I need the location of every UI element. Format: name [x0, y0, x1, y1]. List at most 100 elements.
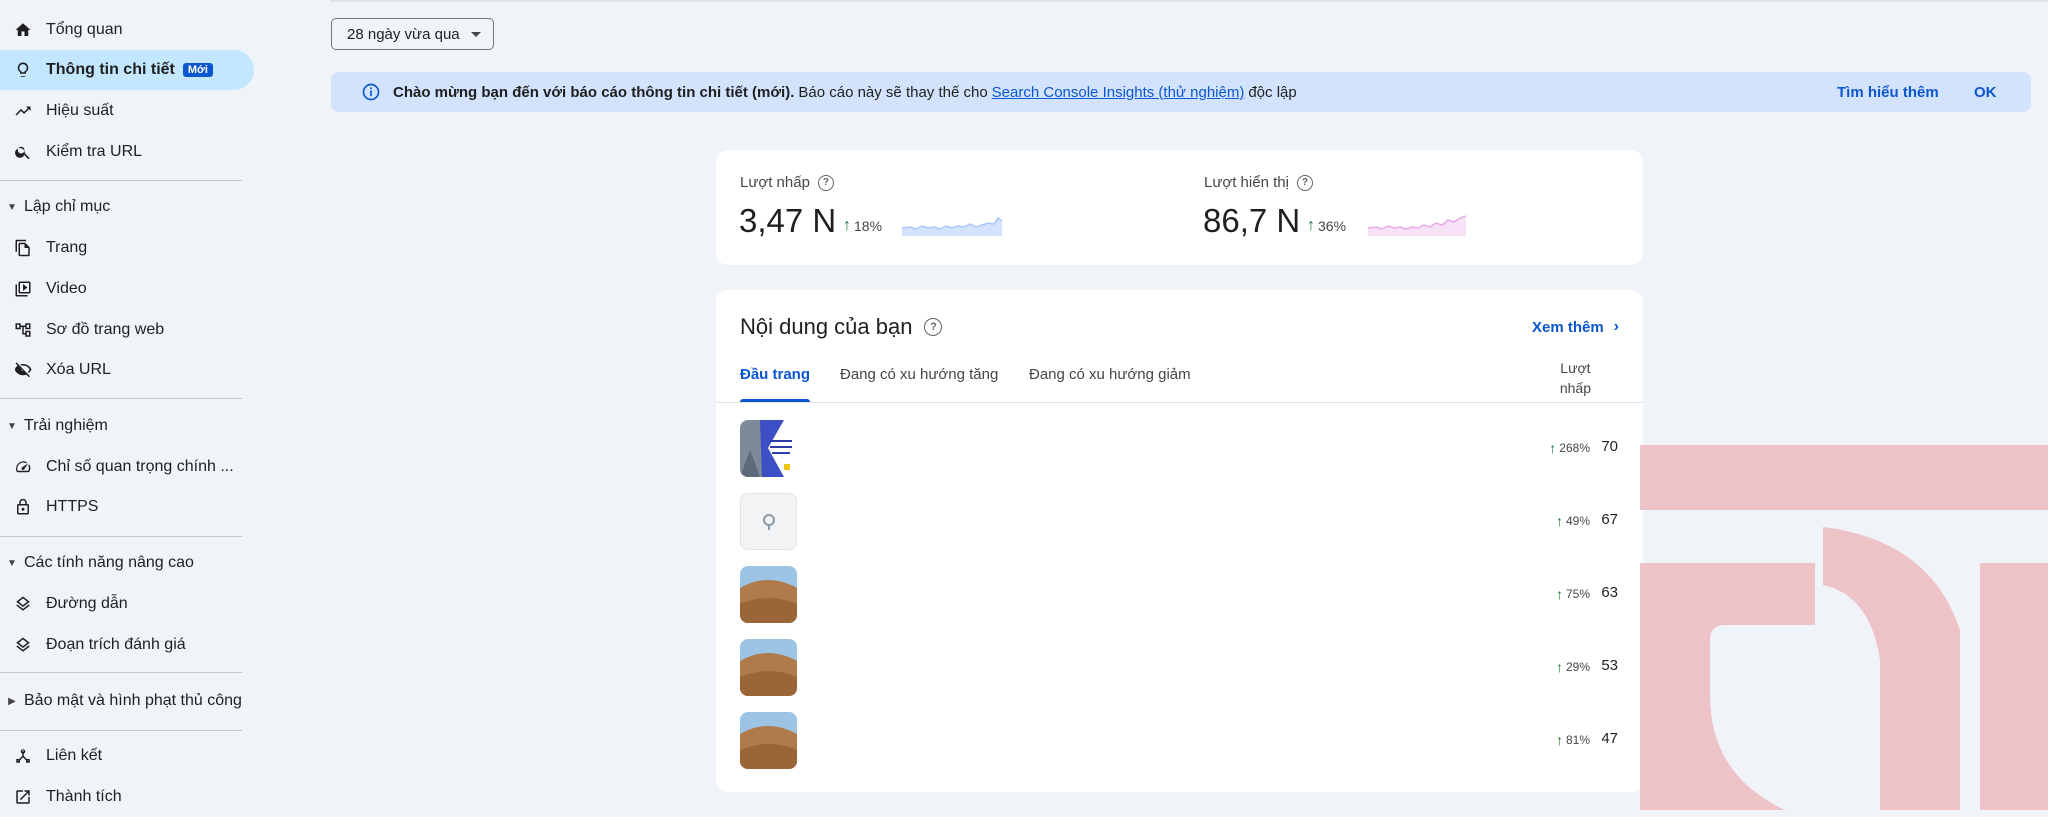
sidebar-item-label: Thành tích [46, 788, 122, 805]
clicks-column-header[interactable]: Lượt nhấp [1560, 358, 1591, 398]
table-row[interactable]: ↑ 81% 47 [716, 704, 1642, 776]
search-console-insights-link[interactable]: Search Console Insights (thử nghiệm) [992, 84, 1245, 101]
arrow-up-icon: ↑ [1555, 659, 1563, 675]
placeholder-thumbnail [740, 493, 797, 550]
ok-button[interactable]: OK [1974, 84, 1997, 101]
sidebar-item-overview[interactable]: Tổng quan [0, 10, 123, 50]
sidebar-item-label: Video [46, 280, 87, 297]
help-icon[interactable]: ? [924, 318, 943, 336]
banner-text: Báo cáo này sẽ thay thế cho [798, 83, 988, 101]
row-clicks: 67 [1601, 511, 1618, 528]
section-title: Lập chỉ mục [24, 198, 111, 215]
date-range-select[interactable]: 28 ngày vừa qua [331, 18, 494, 50]
metric-label-text: Lượt nhấp [740, 174, 810, 191]
banner-title: Chào mừng bạn đến với báo cáo thông tin … [393, 83, 795, 101]
tab-trending-down[interactable]: Đang có xu hướng giảm [1029, 366, 1191, 398]
see-more-label: Xem thêm [1531, 318, 1604, 336]
sidebar-item-https[interactable]: HTTPS [0, 487, 98, 527]
row-clicks: 63 [1601, 584, 1618, 601]
see-more-link[interactable]: Xem thêm › [1532, 318, 1619, 336]
sidebar-item-core-web-vitals[interactable]: Chỉ số quan trọng chính ... [0, 447, 234, 487]
section-title: Bảo mật và hình phạt thủ công [24, 692, 242, 709]
sidebar-item-sitemaps[interactable]: Sơ đồ trang web [0, 310, 164, 350]
sidebar-item-label: Đoạn trích đánh giá [46, 636, 186, 653]
caret-down-icon: ▼ [7, 557, 17, 569]
sidebar-item-label: Tổng quan [46, 21, 123, 38]
sidebar-item-breadcrumbs[interactable]: Đường dẫn [0, 584, 128, 624]
date-range-value: 28 ngày vừa qua [347, 25, 460, 43]
change-value: 75% [1565, 587, 1590, 601]
banner-text: độc lập [1248, 83, 1297, 101]
help-icon[interactable]: ? [1296, 174, 1313, 191]
visibility-off-icon [13, 360, 33, 380]
sidebar-item-label: HTTPS [46, 498, 99, 515]
top-divider [330, 0, 2048, 2]
sidebar-item-video[interactable]: Video [0, 269, 87, 309]
clicks-label: Lượt nhấp ? [740, 174, 834, 191]
section-experience[interactable]: ▼ Trải nghiệm [0, 410, 108, 442]
sidebar-item-label: Hiệu suất [46, 102, 114, 119]
sidebar-item-label: Chỉ số quan trọng chính ... [46, 458, 234, 475]
layers-icon [13, 594, 33, 614]
lock-icon [13, 497, 33, 517]
header-line: nhấp [1559, 380, 1591, 396]
table-row[interactable]: ↑ 49% 67 [716, 485, 1642, 557]
row-change: ↑ 49% [1556, 513, 1590, 529]
thumbnail-image [740, 420, 797, 477]
welcome-banner: Chào mừng bạn đến với báo cáo thông tin … [331, 72, 2031, 112]
caret-down-icon: ▼ [7, 201, 17, 213]
watermark-logo [1640, 445, 2048, 810]
table-row[interactable]: ↑ 75% 63 [716, 558, 1642, 630]
change-value: 36% [1318, 218, 1347, 234]
sidebar-item-performance[interactable]: Hiệu suất [0, 91, 114, 131]
sidebar-item-removals[interactable]: Xóa URL [0, 350, 111, 390]
clicks-value: 3,47 N [739, 202, 837, 239]
content-title-text: Nội dung của bạn [740, 314, 913, 339]
section-title: Trải nghiệm [24, 417, 108, 434]
impressions-label: Lượt hiển thị ? [1204, 174, 1313, 191]
sidebar-item-review-snippets[interactable]: Đoạn trích đánh giá [0, 625, 186, 665]
change-value: 268% [1559, 441, 1590, 455]
thumbnail-image [740, 639, 797, 696]
metric-label-text: Lượt hiển thị [1204, 174, 1289, 191]
links-icon [13, 746, 33, 766]
row-clicks: 47 [1601, 730, 1618, 747]
sidebar-item-url-inspection[interactable]: Kiểm tra URL [0, 132, 142, 172]
section-security[interactable]: ▶ Bảo mật và hình phạt thủ công [0, 685, 242, 717]
home-icon [13, 20, 33, 40]
sidebar-item-achievements[interactable]: Thành tích [0, 777, 122, 817]
sidebar-item-insights[interactable]: Thông tin chi tiết Mới [0, 50, 254, 90]
sidebar-item-label: Trang [46, 239, 88, 256]
section-enhancements[interactable]: ▼ Các tính năng nâng cao [0, 547, 194, 579]
table-row[interactable]: ↑ 29% 53 [716, 631, 1642, 703]
row-change: ↑ 75% [1556, 586, 1590, 602]
sidebar-item-label: Sơ đồ trang web [46, 321, 165, 338]
divider [0, 536, 242, 537]
arrow-up-icon: ↑ [1549, 440, 1557, 456]
tab-top[interactable]: Đầu trang [740, 366, 811, 402]
chevron-right-icon: › [1613, 318, 1619, 335]
sidebar-item-pages[interactable]: Trang [0, 228, 87, 268]
arrow-up-icon: ↑ [1307, 217, 1315, 234]
arrow-up-icon: ↑ [843, 217, 851, 234]
section-title: Các tính năng nâng cao [24, 554, 194, 571]
tab-trending-up[interactable]: Đang có xu hướng tăng [840, 366, 998, 398]
change-value: 18% [854, 218, 883, 234]
table-row[interactable]: ↑ 268% 70 [716, 412, 1642, 484]
change-value: 29% [1565, 660, 1590, 674]
caret-right-icon: ▶ [8, 695, 16, 707]
row-change: ↑ 29% [1556, 659, 1590, 675]
row-change: ↑ 268% [1549, 440, 1590, 456]
search-icon [13, 142, 33, 162]
metrics-card: Lượt nhấp ? 3,47 N ↑ 18% Lượt hiển thị ?… [716, 150, 1643, 265]
layers-icon [13, 635, 33, 655]
row-clicks: 70 [1601, 438, 1618, 455]
section-indexing[interactable]: ▼ Lập chỉ mục [0, 191, 110, 223]
divider [0, 398, 242, 399]
sidebar-item-links[interactable]: Liên kết [0, 736, 102, 776]
row-change: ↑ 81% [1556, 732, 1590, 748]
help-icon[interactable]: ? [817, 174, 834, 191]
clicks-sparkline [902, 216, 1002, 236]
thumbnail-image [740, 712, 797, 769]
learn-more-button[interactable]: Tìm hiểu thêm [1837, 84, 1939, 101]
